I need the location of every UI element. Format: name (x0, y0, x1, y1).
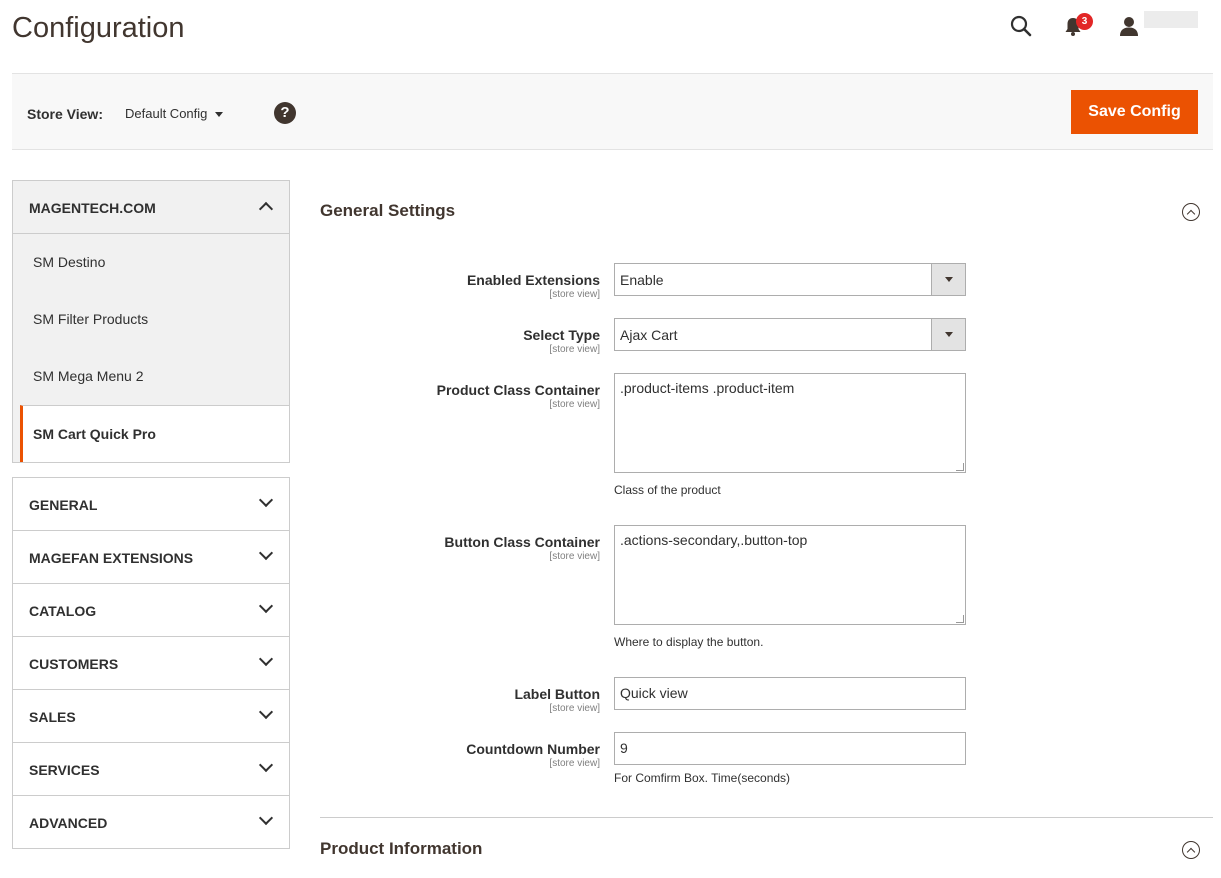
user-name-redacted[interactable] (1144, 11, 1198, 28)
collapse-icon[interactable] (1182, 203, 1200, 221)
sidebar-group-sales[interactable]: SALES (13, 690, 289, 743)
product-class-container-textarea[interactable]: .product-items .product-item (614, 373, 966, 473)
store-view-switcher[interactable]: Default Config (125, 106, 224, 121)
scope-label: [store view] (549, 703, 600, 714)
sidebar-group-label: SERVICES (29, 762, 100, 778)
sidebar-group-services[interactable]: SERVICES (13, 743, 289, 796)
select-type-label: Select Type (523, 327, 600, 343)
scope-label: [store view] (549, 289, 600, 300)
enabled-extensions-select[interactable]: Enable (614, 263, 966, 296)
chevron-down-icon (258, 810, 274, 826)
sidebar-group-label: GENERAL (29, 497, 98, 513)
sidebar-group-magefan-extensions[interactable]: MAGEFAN EXTENSIONS (13, 531, 289, 584)
label-button-input[interactable]: Quick view (614, 677, 966, 710)
chevron-down-icon (258, 757, 274, 773)
textarea-value: .actions-secondary,.button-top (620, 532, 808, 548)
sidebar-item-label: SM Cart Quick Pro (33, 426, 156, 442)
chevron-down-icon (258, 545, 274, 561)
dropdown-arrow-icon (931, 264, 965, 295)
user-icon[interactable] (1117, 14, 1141, 38)
section-divider (320, 817, 1213, 818)
sidebar-group-advanced[interactable]: ADVANCED (13, 796, 289, 849)
magentech-group: MAGENTECH.COM SM Destino SM Filter Produ… (12, 180, 290, 463)
config-sidebar: MAGENTECH.COM SM Destino SM Filter Produ… (12, 180, 290, 849)
search-icon[interactable] (1009, 14, 1033, 38)
sidebar-item-sm-mega-menu-2[interactable]: SM Mega Menu 2 (13, 348, 289, 405)
dropdown-arrow-icon (931, 319, 965, 350)
select-type-select[interactable]: Ajax Cart (614, 318, 966, 351)
sidebar-item-sm-filter-products[interactable]: SM Filter Products (13, 291, 289, 348)
page-title: Configuration (12, 12, 185, 44)
save-config-button[interactable]: Save Config (1071, 90, 1198, 134)
sidebar-group-label: MAGEFAN EXTENSIONS (29, 550, 194, 566)
resize-handle-icon[interactable] (956, 615, 964, 623)
sidebar-group-general[interactable]: GENERAL (13, 478, 289, 531)
scope-label: [store view] (549, 344, 600, 355)
sidebar-group-label: SALES (29, 709, 76, 725)
sidebar-item-label: SM Mega Menu 2 (33, 368, 144, 384)
field-note: For Comfirm Box. Time(seconds) (614, 771, 791, 785)
sidebar-item-label: SM Filter Products (33, 311, 149, 327)
select-value: Ajax Cart (620, 327, 678, 343)
section-title-product-information[interactable]: Product Information (320, 839, 482, 859)
chevron-up-icon (258, 201, 274, 217)
resize-handle-icon[interactable] (956, 463, 964, 471)
sidebar-group-label: CATALOG (29, 603, 97, 619)
caret-down-icon (215, 112, 224, 118)
button-class-container-label: Button Class Container (444, 534, 600, 550)
chevron-down-icon (258, 492, 274, 508)
product-class-container-label: Product Class Container (436, 382, 600, 398)
chevron-down-icon (258, 598, 274, 614)
sidebar-group-label: CUSTOMERS (29, 656, 119, 672)
sidebar-group-customers[interactable]: CUSTOMERS (13, 637, 289, 690)
sidebar-group-catalog[interactable]: CATALOG (13, 584, 289, 637)
sidebar-item-sm-cart-quick-pro[interactable]: SM Cart Quick Pro (20, 405, 289, 462)
chevron-down-icon (258, 704, 274, 720)
collapsed-groups: GENERAL MAGEFAN EXTENSIONS CATALOG CUSTO… (12, 477, 290, 849)
help-icon[interactable]: ? (274, 102, 296, 124)
section-title-general-settings[interactable]: General Settings (320, 201, 455, 221)
label-button-label: Label Button (514, 686, 600, 702)
scope-label: [store view] (549, 758, 600, 769)
select-value: Enable (620, 272, 664, 288)
scope-label: [store view] (549, 399, 600, 410)
store-view-label: Store View: (27, 106, 103, 122)
countdown-number-label: Countdown Number (466, 741, 600, 757)
sidebar-item-label: SM Destino (33, 254, 106, 270)
enabled-extensions-label: Enabled Extensions (466, 272, 600, 288)
field-note: Where to display the button. (614, 635, 764, 649)
textarea-value: .product-items .product-item (620, 380, 795, 396)
sidebar-group-magentech[interactable]: MAGENTECH.COM (13, 181, 289, 234)
chevron-down-icon (258, 651, 274, 667)
store-view-value: Default Config (125, 106, 208, 121)
sidebar-group-label: ADVANCED (29, 815, 108, 831)
field-note: Class of the product (614, 483, 721, 497)
sidebar-group-label: MAGENTECH.COM (29, 200, 156, 216)
countdown-number-input[interactable]: 9 (614, 732, 966, 765)
store-view-bar: Store View: Default Config ? Save Config (12, 73, 1213, 150)
scope-label: [store view] (549, 551, 600, 562)
collapse-icon[interactable] (1182, 841, 1200, 859)
button-class-container-textarea[interactable]: .actions-secondary,.button-top (614, 525, 966, 625)
notification-count-badge: 3 (1076, 13, 1093, 30)
sidebar-item-sm-destino[interactable]: SM Destino (13, 234, 289, 291)
